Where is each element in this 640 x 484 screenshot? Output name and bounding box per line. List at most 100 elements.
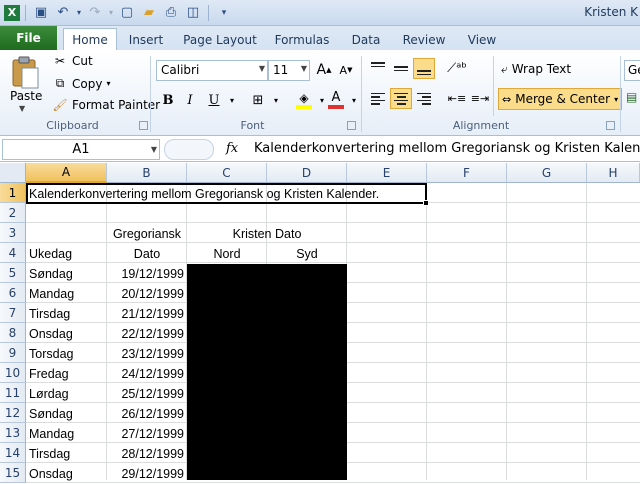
cell-gregorian-date[interactable]: 27/12/1999 bbox=[107, 424, 187, 444]
cell-gregorian-date[interactable]: 22/12/1999 bbox=[107, 324, 187, 344]
font-name-select[interactable]: Calibri ▼ bbox=[156, 60, 268, 81]
cell-gregorian-date[interactable]: 21/12/1999 bbox=[107, 304, 187, 324]
cell-d4[interactable]: Syd bbox=[267, 244, 347, 264]
new-icon[interactable]: ▢ bbox=[117, 3, 137, 22]
align-left-icon[interactable] bbox=[367, 88, 389, 109]
excel-icon[interactable]: X bbox=[4, 4, 20, 21]
font-color-button[interactable]: A bbox=[326, 90, 346, 110]
font-launcher-icon[interactable] bbox=[347, 121, 356, 130]
column-header-f[interactable]: F bbox=[427, 163, 507, 183]
cell-gregorian-date[interactable]: 19/12/1999 bbox=[107, 264, 187, 284]
undo-icon[interactable]: ↶ bbox=[53, 3, 73, 22]
cell-weekday[interactable]: Lørdag bbox=[26, 384, 69, 404]
decrease-indent-icon[interactable]: ⇤≡ bbox=[446, 88, 468, 109]
format-painter-button[interactable]: 🖌 Format Painter bbox=[52, 98, 160, 112]
formula-bar-resizer[interactable] bbox=[164, 139, 214, 160]
save-icon[interactable]: ▣ bbox=[31, 3, 51, 22]
open-icon[interactable]: ▰ bbox=[139, 3, 159, 22]
row-header-14[interactable]: 14 bbox=[0, 443, 26, 463]
tab-file[interactable]: File bbox=[0, 26, 57, 50]
cell-weekday[interactable]: Fredag bbox=[26, 364, 69, 384]
name-box[interactable]: A1 ▼ bbox=[2, 139, 160, 160]
column-header-d[interactable]: D bbox=[267, 163, 347, 183]
redo-icon[interactable]: ↷ bbox=[85, 3, 105, 22]
select-all-corner[interactable] bbox=[0, 163, 26, 183]
tab-page-layout[interactable]: Page Layout bbox=[180, 29, 260, 50]
paste-dropdown-icon[interactable]: ▼ bbox=[19, 104, 25, 113]
row-header-2[interactable]: 2 bbox=[0, 203, 26, 223]
cut-button[interactable]: ✂ Cut bbox=[52, 54, 93, 68]
row-header-10[interactable]: 10 bbox=[0, 363, 26, 383]
cell-gregorian-date[interactable]: 23/12/1999 bbox=[107, 344, 187, 364]
align-middle-icon[interactable] bbox=[390, 58, 412, 79]
align-right-icon[interactable] bbox=[413, 88, 435, 109]
column-header-b[interactable]: B bbox=[107, 163, 187, 183]
row-header-12[interactable]: 12 bbox=[0, 403, 26, 423]
fill-handle[interactable] bbox=[423, 200, 429, 206]
copy-dropdown-icon[interactable]: ▾ bbox=[106, 79, 110, 88]
row-header-3[interactable]: 3 bbox=[0, 223, 26, 243]
cell-c3-merged[interactable]: Kristen Dato bbox=[187, 224, 347, 244]
column-header-h[interactable]: H bbox=[587, 163, 640, 183]
row-header-9[interactable]: 9 bbox=[0, 343, 26, 363]
row-header-13[interactable]: 13 bbox=[0, 423, 26, 443]
cell-weekday[interactable]: Tirsdag bbox=[26, 444, 70, 464]
grow-font-icon[interactable]: A ▲ bbox=[314, 60, 334, 80]
row-header-15[interactable]: 15 bbox=[0, 463, 26, 483]
customize-icon[interactable]: ▾ bbox=[214, 3, 234, 22]
redo-dropdown-icon[interactable]: ▾ bbox=[107, 3, 115, 22]
clipboard-launcher-icon[interactable] bbox=[139, 121, 148, 130]
cell-weekday[interactable]: Onsdag bbox=[26, 324, 73, 344]
spreadsheet-grid[interactable]: A B C D E F G H 1 2 3 4 5 6 7 8 9 10 11 12 13 14 15 Ka… bbox=[0, 163, 640, 483]
paste-button[interactable]: Paste bbox=[10, 89, 42, 103]
wrap-text-button[interactable]: ⤶ Wrap Text bbox=[498, 58, 574, 80]
preview-icon[interactable]: ◫ bbox=[183, 3, 203, 22]
fill-color-button[interactable]: ◈ bbox=[294, 90, 314, 110]
align-center-icon[interactable] bbox=[390, 88, 412, 109]
cell-gregorian-date[interactable]: 28/12/1999 bbox=[107, 444, 187, 464]
cell-b3[interactable]: Gregoriansk bbox=[107, 224, 187, 244]
tab-view[interactable]: View bbox=[460, 29, 504, 50]
alignment-launcher-icon[interactable] bbox=[606, 121, 615, 130]
row-header-1[interactable]: 1 bbox=[0, 183, 26, 203]
formula-input[interactable]: Kalenderkonvertering mellom Gregoriansk … bbox=[254, 141, 640, 156]
insert-function-icon[interactable]: fx bbox=[226, 141, 238, 156]
number-format-select[interactable]: Ge bbox=[624, 60, 640, 81]
row-header-7[interactable]: 7 bbox=[0, 303, 26, 323]
orientation-icon[interactable]: ⟋ᵃᵇ bbox=[446, 58, 468, 79]
merge-center-button[interactable]: ⇔ Merge & Center ▾ bbox=[498, 88, 623, 110]
cell-weekday[interactable]: Søndag bbox=[26, 404, 73, 424]
row-header-5[interactable]: 5 bbox=[0, 263, 26, 283]
align-bottom-icon[interactable] bbox=[413, 58, 435, 79]
cell-weekday[interactable]: Mandag bbox=[26, 424, 74, 444]
tab-data[interactable]: Data bbox=[344, 29, 388, 50]
column-header-c[interactable]: C bbox=[187, 163, 267, 183]
column-header-e[interactable]: E bbox=[347, 163, 427, 183]
row-header-8[interactable]: 8 bbox=[0, 323, 26, 343]
copy-button[interactable]: ⧉ Copy ▾ bbox=[52, 76, 111, 91]
italic-button[interactable]: I bbox=[180, 90, 200, 110]
tab-insert[interactable]: Insert bbox=[122, 29, 170, 50]
increase-indent-icon[interactable]: ≡⇥ bbox=[469, 88, 491, 109]
cell-gregorian-date[interactable]: 24/12/1999 bbox=[107, 364, 187, 384]
cell-gregorian-date[interactable]: 25/12/1999 bbox=[107, 384, 187, 404]
cell-c4[interactable]: Nord bbox=[187, 244, 267, 264]
cell-gregorian-date[interactable]: 20/12/1999 bbox=[107, 284, 187, 304]
row-header-4[interactable]: 4 bbox=[0, 243, 26, 263]
borders-dropdown-icon[interactable]: ▾ bbox=[266, 90, 286, 110]
cell-a4[interactable]: Ukedag bbox=[26, 244, 72, 264]
underline-button[interactable]: U bbox=[204, 90, 224, 110]
chevron-down-icon[interactable]: ▾ bbox=[614, 95, 618, 104]
undo-dropdown-icon[interactable]: ▾ bbox=[75, 3, 83, 22]
bold-button[interactable]: B bbox=[158, 90, 178, 110]
tab-home[interactable]: Home bbox=[63, 28, 117, 50]
cell-weekday[interactable]: Mandag bbox=[26, 284, 74, 304]
tab-formulas[interactable]: Formulas bbox=[270, 29, 334, 50]
row-header-6[interactable]: 6 bbox=[0, 283, 26, 303]
currency-icon[interactable]: ▤ bbox=[626, 90, 637, 104]
cell-gregorian-date[interactable]: 29/12/1999 bbox=[107, 464, 187, 484]
print-icon[interactable]: ⎙ bbox=[161, 3, 181, 22]
cell-gregorian-date[interactable]: 26/12/1999 bbox=[107, 404, 187, 424]
cell-weekday[interactable]: Søndag bbox=[26, 264, 73, 284]
row-header-11[interactable]: 11 bbox=[0, 383, 26, 403]
